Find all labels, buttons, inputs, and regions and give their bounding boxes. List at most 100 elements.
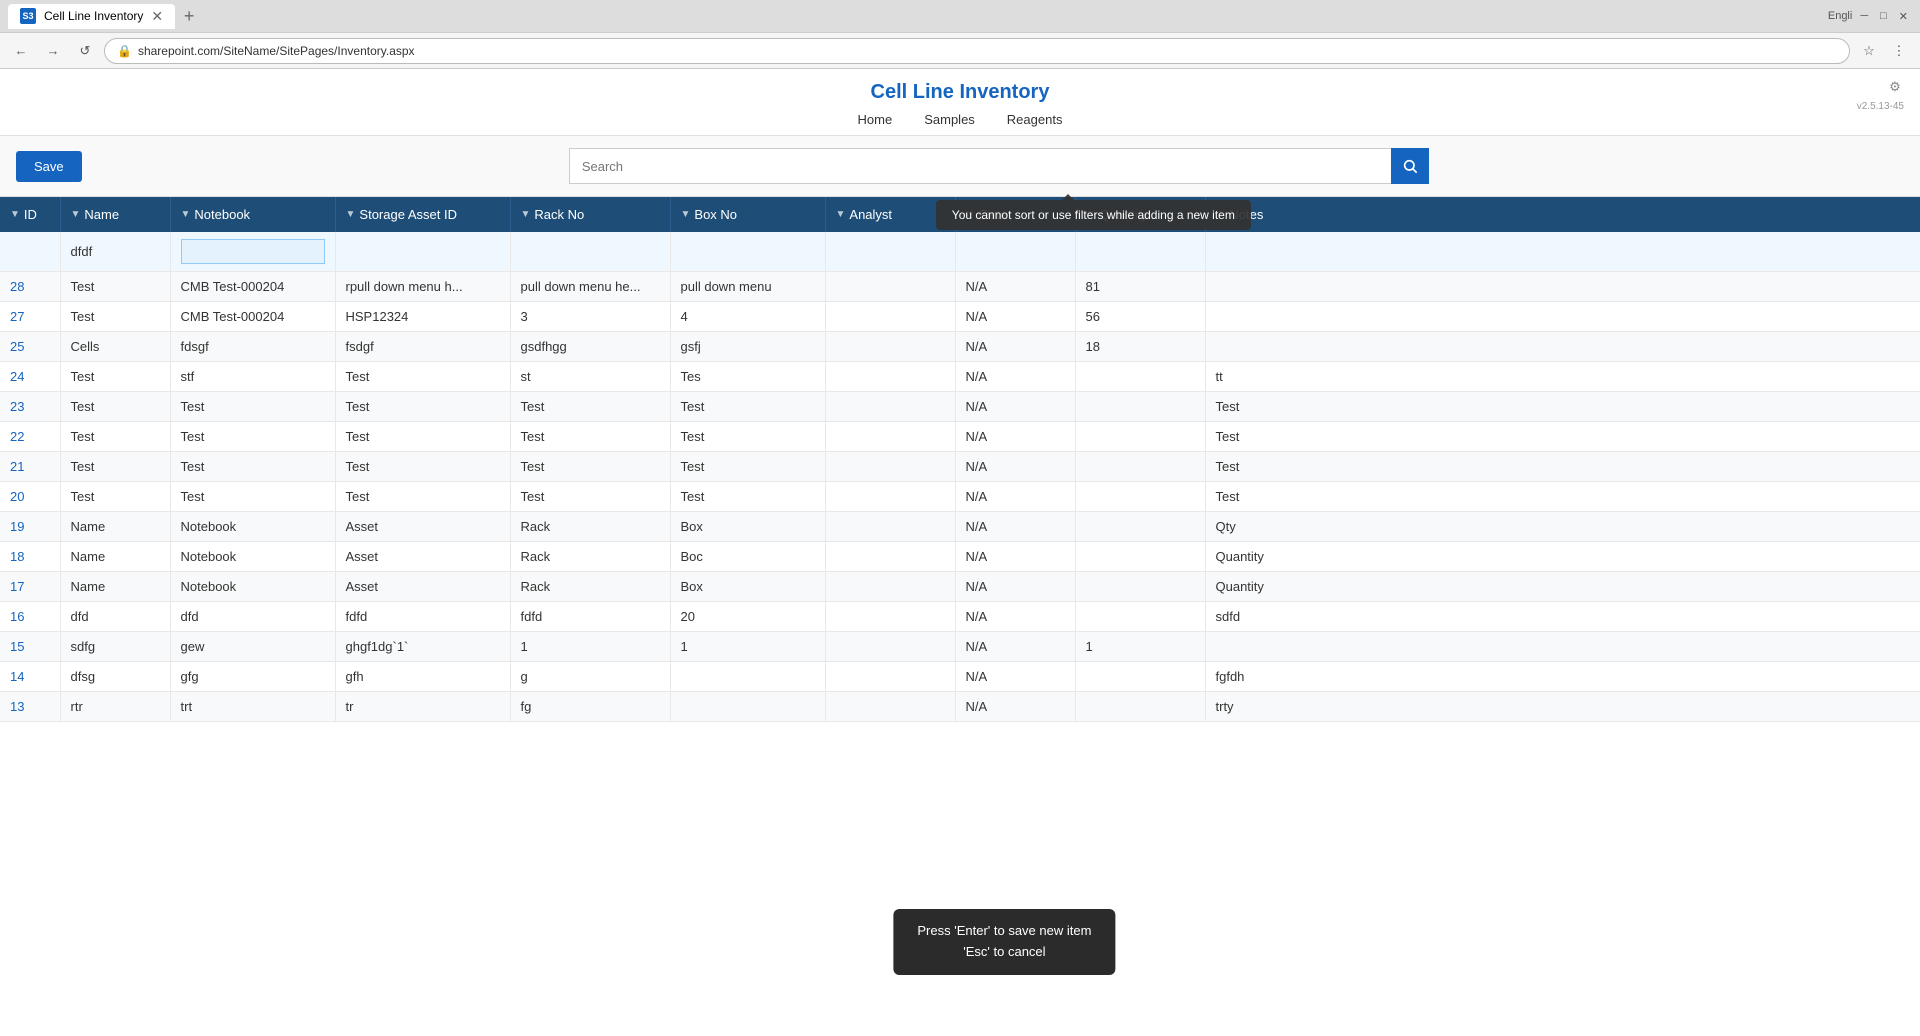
row-id[interactable]: 27 xyxy=(0,302,60,332)
save-button[interactable]: Save xyxy=(16,151,82,182)
refresh-button[interactable]: ↺ xyxy=(72,38,98,64)
row-storage: gfh xyxy=(335,662,510,692)
browser-toolbar-right: Engli ─ □ ✕ xyxy=(1828,10,1912,23)
address-bar[interactable]: 🔒 sharepoint.com/SiteName/SitePages/Inve… xyxy=(104,38,1850,64)
bottom-tooltip-line1: Press 'Enter' to save new item xyxy=(917,921,1091,942)
row-id[interactable]: 19 xyxy=(0,512,60,542)
row-box xyxy=(670,692,825,722)
new-tab-button[interactable]: + xyxy=(175,2,203,30)
new-row-rack-cell xyxy=(510,232,670,272)
bookmark-button[interactable]: ☆ xyxy=(1856,38,1882,64)
row-notebook: gew xyxy=(170,632,335,662)
col-header-notes[interactable]: ▼Notes xyxy=(1205,197,1920,232)
col-header-notebook[interactable]: ▼Notebook xyxy=(170,197,335,232)
row-notebook: gfg xyxy=(170,662,335,692)
col-header-box[interactable]: ▼Box No xyxy=(670,197,825,232)
menu-button[interactable]: ⋮ xyxy=(1886,38,1912,64)
row-rack: fdfd xyxy=(510,602,670,632)
row-rack: 1 xyxy=(510,632,670,662)
close-button[interactable]: ✕ xyxy=(1895,10,1912,23)
row-quantity xyxy=(1075,512,1205,542)
tab-title: Cell Line Inventory xyxy=(44,9,143,23)
language-badge: Engli xyxy=(1828,10,1852,22)
row-date: N/A xyxy=(955,542,1075,572)
row-date: N/A xyxy=(955,272,1075,302)
row-id[interactable]: 17 xyxy=(0,572,60,602)
row-analyst xyxy=(825,392,955,422)
row-box: gsfj xyxy=(670,332,825,362)
nav-home[interactable]: Home xyxy=(858,112,893,127)
row-id[interactable]: 14 xyxy=(0,662,60,692)
col-header-date[interactable]: ▼Date xyxy=(955,197,1075,232)
row-id[interactable]: 20 xyxy=(0,482,60,512)
row-notes: sdfd xyxy=(1205,602,1920,632)
row-date: N/A xyxy=(955,392,1075,422)
search-button[interactable] xyxy=(1391,148,1429,184)
row-storage: fdfd xyxy=(335,602,510,632)
table-row: 27TestCMB Test-000204HSP1232434N/A56 xyxy=(0,302,1920,332)
table-row: 14dfsggfggfhgN/Afgfdh xyxy=(0,662,1920,692)
nav-samples[interactable]: Samples xyxy=(924,112,975,127)
row-notebook: trt xyxy=(170,692,335,722)
col-header-quantity[interactable]: ▼Quantity xyxy=(1075,197,1205,232)
row-quantity: 18 xyxy=(1075,332,1205,362)
row-date: N/A xyxy=(955,422,1075,452)
search-input[interactable] xyxy=(569,148,1391,184)
new-row-box-cell xyxy=(670,232,825,272)
page-title: Cell Line Inventory xyxy=(0,81,1920,104)
search-container: You cannot sort or use filters while add… xyxy=(569,148,1429,184)
tab-close-button[interactable]: ✕ xyxy=(151,8,163,25)
new-item-row: dfdf xyxy=(0,232,1920,272)
row-name: Test xyxy=(60,422,170,452)
new-row-name-cell: dfdf xyxy=(60,232,170,272)
row-name: Test xyxy=(60,452,170,482)
row-id[interactable]: 15 xyxy=(0,632,60,662)
back-button[interactable]: ← xyxy=(8,38,34,64)
new-row-storage-cell xyxy=(335,232,510,272)
col-header-id[interactable]: ▼ID xyxy=(0,197,60,232)
row-name: rtr xyxy=(60,692,170,722)
row-analyst xyxy=(825,362,955,392)
row-notes: Test xyxy=(1205,422,1920,452)
col-header-name[interactable]: ▼Name xyxy=(60,197,170,232)
version-info: v2.5.13-45 xyxy=(1857,101,1904,112)
row-id[interactable]: 23 xyxy=(0,392,60,422)
row-id[interactable]: 22 xyxy=(0,422,60,452)
forward-button[interactable]: → xyxy=(40,38,66,64)
row-notes: Quantity xyxy=(1205,572,1920,602)
row-id[interactable]: 13 xyxy=(0,692,60,722)
col-header-storage[interactable]: ▼Storage Asset ID xyxy=(335,197,510,232)
row-id[interactable]: 18 xyxy=(0,542,60,572)
new-row-notebook-cell[interactable] xyxy=(170,232,335,272)
row-id[interactable]: 24 xyxy=(0,362,60,392)
row-notes: Qty xyxy=(1205,512,1920,542)
row-quantity: 81 xyxy=(1075,272,1205,302)
settings-icon[interactable]: ⚙ xyxy=(1886,79,1904,97)
row-id[interactable]: 28 xyxy=(0,272,60,302)
nav-reagents[interactable]: Reagents xyxy=(1007,112,1063,127)
row-analyst xyxy=(825,422,955,452)
row-analyst xyxy=(825,512,955,542)
minimize-button[interactable]: ─ xyxy=(1856,10,1872,22)
row-name: Test xyxy=(60,302,170,332)
row-id[interactable]: 25 xyxy=(0,332,60,362)
row-date: N/A xyxy=(955,362,1075,392)
maximize-button[interactable]: □ xyxy=(1876,10,1891,22)
row-name: Name xyxy=(60,512,170,542)
new-row-quantity-cell xyxy=(1075,232,1205,272)
browser-tab[interactable]: S3 Cell Line Inventory ✕ xyxy=(8,4,175,29)
col-header-rack[interactable]: ▼Rack No xyxy=(510,197,670,232)
row-box: Test xyxy=(670,392,825,422)
row-storage: tr xyxy=(335,692,510,722)
row-name: Name xyxy=(60,572,170,602)
app-header: ⚙ v2.5.13-45 Cell Line Inventory Home Sa… xyxy=(0,69,1920,136)
browser-titlebar: S3 Cell Line Inventory ✕ + Engli ─ □ ✕ xyxy=(0,0,1920,32)
row-quantity: 1 xyxy=(1075,632,1205,662)
row-date: N/A xyxy=(955,602,1075,632)
new-row-date-cell xyxy=(955,232,1075,272)
row-id[interactable]: 21 xyxy=(0,452,60,482)
browser-chrome: S3 Cell Line Inventory ✕ + Engli ─ □ ✕ ←… xyxy=(0,0,1920,69)
col-header-analyst[interactable]: ▼Analyst xyxy=(825,197,955,232)
new-row-notebook-input[interactable] xyxy=(181,239,325,264)
row-id[interactable]: 16 xyxy=(0,602,60,632)
